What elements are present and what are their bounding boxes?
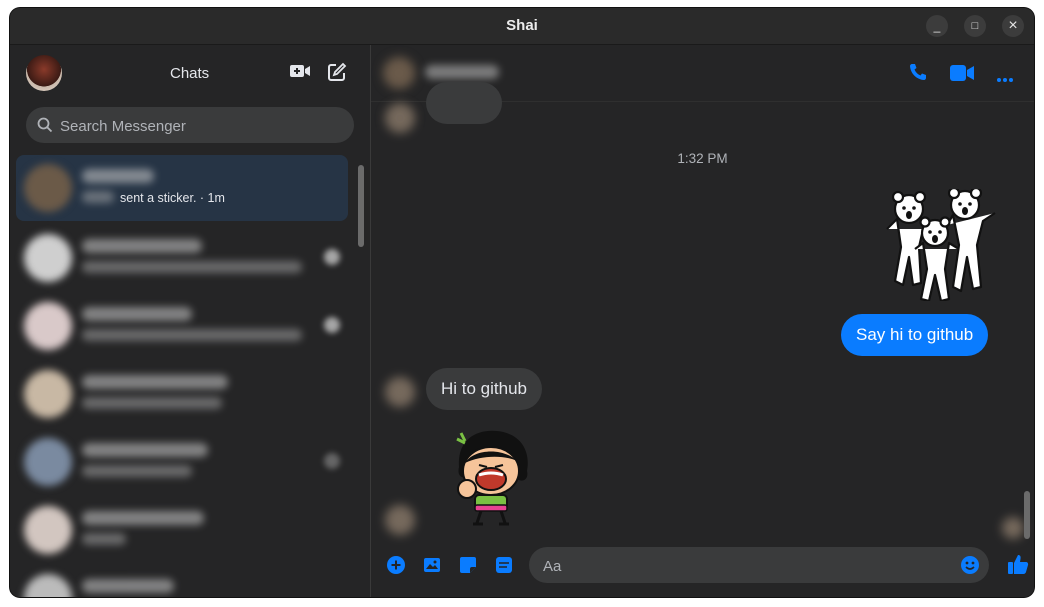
- message-avatar: [385, 103, 415, 133]
- new-video-call-icon: [290, 65, 310, 77]
- video-call-button[interactable]: [949, 64, 975, 87]
- phone-icon: [910, 64, 926, 80]
- conversation-preview: [82, 533, 126, 545]
- message-composer[interactable]: [529, 547, 989, 585]
- conversation-avatar: [24, 506, 72, 554]
- conversation-item[interactable]: [16, 429, 348, 495]
- chat-panel: 1:32 PM Say hi to github Hi to github Aa: [371, 45, 1034, 597]
- search-icon: [37, 117, 53, 133]
- composer-bar: [371, 535, 1034, 597]
- search-bar[interactable]: [26, 107, 354, 145]
- more-options-button[interactable]: [996, 70, 1014, 88]
- search-input[interactable]: [58, 107, 342, 145]
- three-bears-sticker[interactable]: [879, 186, 999, 306]
- gif-icon: [496, 557, 512, 573]
- conversation-item[interactable]: [16, 497, 348, 563]
- message-avatar: [385, 505, 415, 535]
- sidebar-scrollbar[interactable]: [358, 165, 364, 247]
- conversation-name: [82, 169, 154, 183]
- attach-image-button[interactable]: [423, 556, 441, 579]
- sticker-button[interactable]: [459, 556, 477, 579]
- conversation-preview: [82, 397, 222, 409]
- minimize-button[interactable]: _: [926, 15, 948, 37]
- conversation-preview: [82, 465, 192, 477]
- conversation-preview: [82, 261, 302, 273]
- conversation-avatar: [24, 164, 72, 212]
- conversation-name: [82, 443, 208, 457]
- contact-name[interactable]: [425, 65, 499, 79]
- compose-icon: [328, 62, 347, 81]
- conversation-sender: [82, 191, 114, 203]
- conversation-list: sent a sticker. · 1m: [10, 155, 356, 597]
- conversation-avatar: [24, 438, 72, 486]
- conversation-item[interactable]: [16, 361, 348, 427]
- sent-message-bubble[interactable]: Say hi to github: [841, 314, 989, 356]
- conversation-avatar: [24, 574, 72, 597]
- conversation-item[interactable]: [16, 225, 348, 291]
- close-button[interactable]: ×: [1002, 15, 1024, 37]
- sticker-icon: [460, 557, 476, 573]
- conversation-avatar: [24, 370, 72, 418]
- chat-scrollbar[interactable]: [1024, 491, 1030, 539]
- sidebar-title: Chats: [170, 65, 210, 82]
- previous-message-bubble: [426, 82, 502, 124]
- video-camera-icon: [950, 65, 974, 81]
- contact-avatar[interactable]: [383, 57, 415, 89]
- title-bar: Shai _ □ ×: [10, 8, 1034, 45]
- received-message-bubble[interactable]: Hi to github: [426, 368, 542, 410]
- conversation-item[interactable]: [16, 565, 348, 597]
- voice-call-button[interactable]: [908, 62, 928, 87]
- maximize-button[interactable]: □: [964, 15, 986, 37]
- conversation-name: [82, 579, 174, 593]
- user-avatar[interactable]: [26, 55, 62, 91]
- like-button[interactable]: [1007, 553, 1029, 580]
- conversation-name: [82, 239, 202, 253]
- gif-button[interactable]: [495, 556, 513, 579]
- more-icon: [997, 78, 1013, 82]
- sidebar: Chats se: [10, 45, 371, 597]
- message-input[interactable]: [541, 547, 945, 585]
- conversation-name: [82, 375, 228, 389]
- conversation-name: [82, 307, 192, 321]
- laughing-girl-sticker[interactable]: [447, 427, 537, 532]
- conversation-seen-avatar: [324, 317, 340, 333]
- compose-button[interactable]: [327, 62, 347, 87]
- app-window: Shai _ □ × Chats Search Messenger sent a…: [10, 8, 1034, 597]
- more-actions-button[interactable]: [387, 556, 405, 579]
- conversation-item[interactable]: sent a sticker. · 1m: [16, 155, 348, 221]
- conversation-seen-avatar: [324, 249, 340, 265]
- emoji-icon[interactable]: [961, 556, 979, 574]
- conversation-name: [82, 511, 204, 525]
- conversation-preview: [82, 329, 302, 341]
- message-timestamp: 1:32 PM: [677, 151, 728, 166]
- conversation-seen-avatar: [324, 453, 340, 469]
- conversation-item[interactable]: [16, 293, 348, 359]
- plus-circle-icon: [387, 556, 405, 574]
- conversation-avatar: [24, 234, 72, 282]
- thumbs-up-icon: [1008, 555, 1029, 574]
- message-avatar: [385, 377, 415, 407]
- new-video-call-button[interactable]: [289, 63, 311, 84]
- window-title: Shai: [506, 17, 538, 34]
- conversation-preview: sent a sticker. · 1m: [120, 191, 225, 205]
- image-icon: [424, 558, 440, 572]
- conversation-avatar: [24, 302, 72, 350]
